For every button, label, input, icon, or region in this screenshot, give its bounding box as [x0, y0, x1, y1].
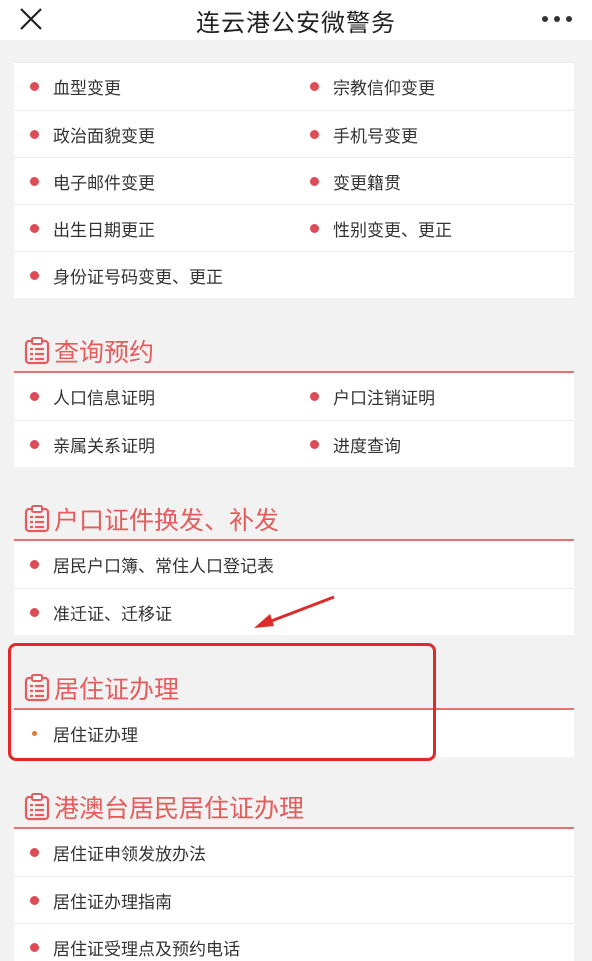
annotation-arrow-icon — [254, 595, 335, 628]
clipboard-icon — [24, 793, 50, 821]
bullet-icon — [30, 223, 39, 233]
section-card: 人口信息证明 户口注销证明 亲属关系证明 进度查询 — [14, 373, 574, 467]
list-item[interactable]: 居住证申领发放办法 — [14, 840, 574, 865]
list-item[interactable]: 变更籍贯 — [294, 169, 574, 194]
section-divider — [14, 539, 574, 541]
list-row: 政治面貌变更 手机号变更 — [14, 110, 574, 157]
section-title: 户口证件换发、补发 — [54, 506, 280, 535]
list-row: 居住证办理指南 — [14, 876, 574, 923]
list-row: 居民户口簿、常住人口登记表 — [14, 541, 574, 588]
bullet-icon — [30, 895, 39, 905]
section-header: 港澳台居民居住证办理 — [14, 757, 574, 829]
section-title: 港澳台居民居住证办理 — [54, 794, 305, 823]
annotation-highlight-box — [8, 643, 436, 761]
bullet-icon — [30, 270, 39, 280]
list-item[interactable]: 居住证办理指南 — [14, 888, 574, 913]
list-item[interactable]: 居民户口簿、常住人口登记表 — [14, 552, 574, 577]
list-row: 居住证受理点及预约电话 — [14, 923, 574, 961]
bullet-icon — [30, 607, 39, 617]
bullet-icon — [30, 176, 39, 186]
bullet-icon — [310, 82, 319, 91]
clipboard-icon — [24, 505, 50, 533]
section-card: 居住证申领发放办法 居住证办理指南 居住证受理点及预约电话 — [14, 829, 574, 961]
clipboard-icon — [24, 337, 50, 365]
list-row: 身份证号码变更、更正 — [14, 251, 574, 298]
top-list-card: 血型变更 宗教信仰变更 政治面貌变更 手机号变更 电子邮件变更 变更籍贯 出生日… — [14, 62, 574, 298]
section-header: 查询预约 — [14, 298, 574, 373]
bullet-icon — [310, 129, 319, 139]
bullet-icon — [30, 392, 39, 401]
list-item[interactable]: 户口注销证明 — [294, 384, 574, 409]
list-item[interactable]: 性别变更、更正 — [294, 216, 574, 241]
bullet-icon — [310, 392, 319, 401]
list-row: 出生日期更正 性别变更、更正 — [14, 204, 574, 251]
list-item[interactable]: 进度查询 — [294, 432, 574, 457]
list-item[interactable]: 亲属关系证明 — [14, 432, 294, 457]
bullet-icon — [30, 82, 39, 91]
more-dots-icon[interactable] — [542, 16, 572, 24]
bullet-icon — [310, 223, 319, 233]
bullet-icon — [310, 439, 319, 449]
list-item[interactable]: 电子邮件变更 — [14, 169, 294, 194]
bullet-icon — [30, 129, 39, 139]
section-header: 户口证件换发、补发 — [14, 467, 574, 541]
list-row: 居住证申领发放办法 — [14, 829, 574, 876]
bullet-icon — [310, 176, 319, 186]
list-row: 亲属关系证明 进度查询 — [14, 420, 574, 467]
nav-bar: 连云港公安微警务 — [0, 0, 592, 40]
section-divider — [14, 371, 574, 373]
page-title: 连云港公安微警务 — [196, 9, 396, 37]
list-item[interactable]: 血型变更 — [14, 74, 294, 99]
bullet-icon — [30, 942, 39, 952]
content: 血型变更 宗教信仰变更 政治面貌变更 手机号变更 电子邮件变更 变更籍贯 出生日… — [14, 40, 574, 961]
list-item[interactable]: 政治面貌变更 — [14, 122, 294, 147]
bullet-icon — [30, 439, 39, 449]
list-item[interactable]: 身份证号码变更、更正 — [14, 263, 574, 288]
list-row: 血型变更 宗教信仰变更 — [14, 63, 574, 110]
section-divider — [14, 827, 574, 829]
list-item[interactable]: 人口信息证明 — [14, 384, 294, 409]
list-item[interactable]: 居住证受理点及预约电话 — [14, 935, 574, 960]
bullet-icon — [30, 560, 39, 569]
list-item[interactable]: 手机号变更 — [294, 122, 574, 147]
list-item[interactable]: 宗教信仰变更 — [294, 74, 574, 99]
list-row: 人口信息证明 户口注销证明 — [14, 373, 574, 420]
section-title: 查询预约 — [54, 338, 155, 367]
list-item[interactable]: 出生日期更正 — [14, 216, 294, 241]
list-row: 电子邮件变更 变更籍贯 — [14, 157, 574, 204]
bullet-icon — [30, 848, 39, 857]
